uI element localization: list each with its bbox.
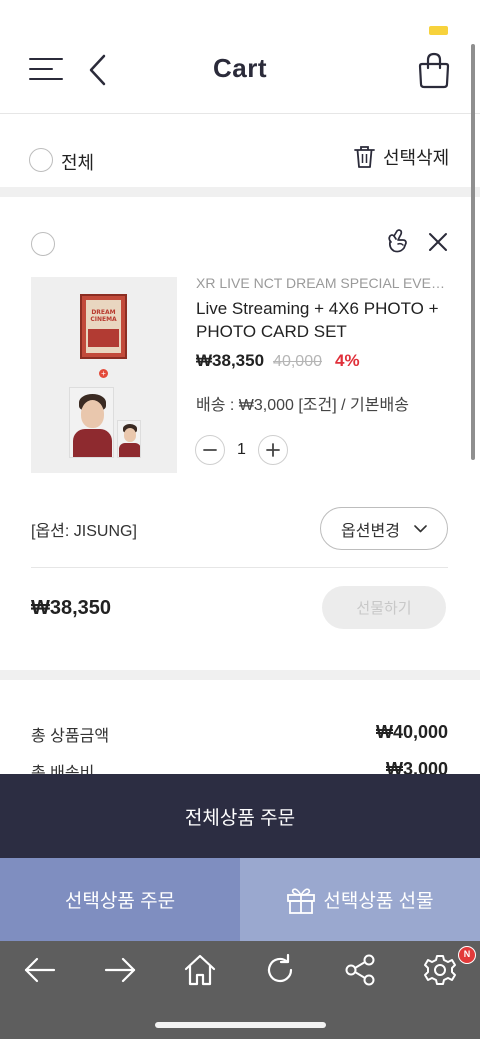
cart-item: DREAM CINEMA + XR LIVE NCT DREAM SPECIAL… xyxy=(0,197,480,671)
select-all-checkbox[interactable] xyxy=(29,148,53,172)
poster-image: DREAM CINEMA xyxy=(80,294,127,359)
shipping-info: 배송 : ₩3,000 [조건] / 기본배송 xyxy=(196,397,409,414)
settings-icon[interactable] xyxy=(423,953,457,987)
delete-selected-button[interactable]: 선택삭제 xyxy=(354,143,449,171)
price-row: ₩38,350 40,000 4% xyxy=(196,351,360,371)
plus-icon xyxy=(266,443,280,457)
quantity-value: 1 xyxy=(237,441,246,458)
home-icon[interactable] xyxy=(183,953,217,987)
photo-image xyxy=(69,387,114,458)
section-divider xyxy=(0,187,480,197)
scrollbar[interactable] xyxy=(471,44,475,460)
summary-row-products: 총 상품금액 ₩40,000 xyxy=(31,722,448,746)
home-indicator[interactable] xyxy=(155,1022,326,1028)
app-header: Cart xyxy=(0,0,480,114)
gift-selected-label: 선택상품 선물 xyxy=(323,891,434,912)
gift-button[interactable]: 선물하기 xyxy=(322,586,446,629)
status-indicator xyxy=(429,26,448,35)
item-divider xyxy=(31,567,448,568)
gift-selected-button[interactable]: 선택상품 선물 xyxy=(240,858,480,941)
order-selected-button[interactable]: 선택상품 주문 xyxy=(0,858,240,941)
section-divider xyxy=(0,670,480,680)
share-icon[interactable] xyxy=(343,953,377,987)
increase-quantity-button[interactable] xyxy=(258,435,288,465)
product-subtitle: XR LIVE NCT DREAM SPECIAL EVE… xyxy=(196,275,445,291)
photocard-image xyxy=(117,420,141,458)
product-name[interactable]: Live Streaming + 4X6 PHOTO + PHOTO CARD … xyxy=(196,297,446,343)
poster-title: DREAM CINEMA xyxy=(90,309,117,323)
product-thumbnail[interactable]: DREAM CINEMA + xyxy=(31,277,177,473)
forward-arrow-icon[interactable] xyxy=(103,953,137,987)
select-bar: 전체 선택삭제 xyxy=(0,115,480,187)
change-option-label: 옵션변경 xyxy=(341,522,400,540)
order-summary: 총 상품금액 ₩40,000 총 배송비 ₩3,000 xyxy=(0,680,480,782)
summary-label: 총 상품금액 xyxy=(31,728,110,745)
original-price: 40,000 xyxy=(273,353,322,370)
decrease-quantity-button[interactable] xyxy=(195,435,225,465)
change-option-button[interactable]: 옵션변경 xyxy=(320,507,448,550)
plus-icon: + xyxy=(99,369,108,378)
page-title: Cart xyxy=(212,53,267,83)
browser-bottom-nav: N xyxy=(0,941,480,1039)
sale-price: ₩38,350 xyxy=(196,351,265,370)
select-all-label: 전체 xyxy=(61,153,95,173)
quantity-stepper: 1 xyxy=(195,435,288,465)
chevron-down-icon xyxy=(414,524,427,532)
summary-value: ₩40,000 xyxy=(375,722,448,742)
minus-icon xyxy=(203,449,217,451)
trash-icon xyxy=(354,146,375,168)
order-all-button[interactable]: 전체상품 주문 xyxy=(0,774,480,858)
refresh-icon[interactable] xyxy=(263,953,297,987)
back-arrow-icon[interactable] xyxy=(23,953,57,987)
delete-selected-label: 선택삭제 xyxy=(383,148,450,168)
shopping-bag-icon[interactable] xyxy=(416,50,452,90)
gift-icon xyxy=(287,887,316,914)
item-select-checkbox[interactable] xyxy=(31,232,55,256)
item-total: ₩38,350 xyxy=(31,597,112,619)
discount-rate: 4% xyxy=(334,351,360,370)
notification-badge: N xyxy=(458,946,476,964)
close-icon[interactable] xyxy=(428,232,448,252)
selected-option: [옵션: JISUNG] xyxy=(31,523,137,540)
finger-heart-icon[interactable] xyxy=(385,228,409,254)
